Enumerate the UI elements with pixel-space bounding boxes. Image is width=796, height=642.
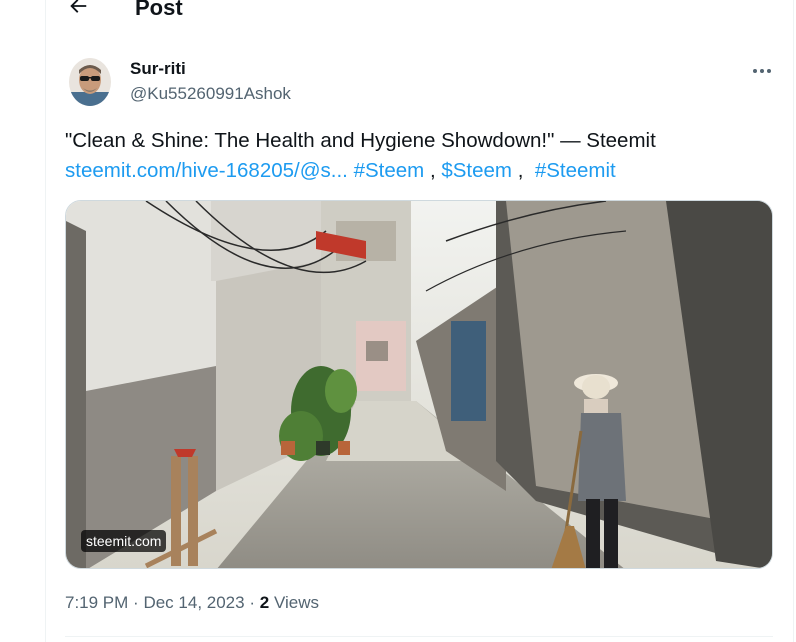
hashtag-steem-link[interactable]: #Steem: [354, 159, 425, 182]
author-handle[interactable]: @Ku55260991Ashok: [130, 83, 291, 105]
meta-separator: ·: [133, 593, 139, 612]
more-button[interactable]: [748, 56, 776, 84]
hashtag-steemit-link[interactable]: #Steemit: [535, 159, 616, 182]
post-date[interactable]: Dec 14, 2023: [143, 593, 244, 612]
right-column-border: [793, 0, 794, 642]
tweet-text: "Clean & Shine: The Health and Hygiene S…: [65, 126, 775, 186]
arrow-left-icon: [67, 0, 89, 22]
alley-photo: [66, 201, 772, 568]
tweet-headline: "Clean & Shine: The Health and Hygiene S…: [65, 129, 656, 152]
page-title: Post: [135, 0, 183, 20]
meta-separator: ·: [249, 593, 255, 612]
left-column-border: [45, 0, 46, 642]
separator-comma: ,: [517, 159, 524, 182]
tweet-links-line: steemit.com/hive-168205/@s... #Steem , $…: [65, 156, 775, 186]
more-dots-icon: [752, 61, 772, 79]
back-button[interactable]: [64, 0, 92, 22]
separator-comma: ,: [429, 159, 436, 182]
author-display-name[interactable]: Sur-riti: [130, 58, 186, 80]
avatar[interactable]: [69, 58, 111, 106]
link-card-domain[interactable]: steemit.com: [81, 530, 167, 552]
tweet-url-link[interactable]: steemit.com/hive-168205/@s...: [65, 159, 348, 182]
post-time[interactable]: 7:19 PM: [65, 593, 128, 612]
divider: [65, 636, 773, 637]
views-count: 2: [259, 593, 270, 612]
cashtag-steem-link[interactable]: $Steem: [441, 159, 512, 182]
views-label: Views: [273, 593, 319, 612]
post-meta: 7:19 PM · Dec 14, 2023 · 2 Views: [65, 592, 319, 614]
link-card-image[interactable]: [65, 200, 773, 569]
